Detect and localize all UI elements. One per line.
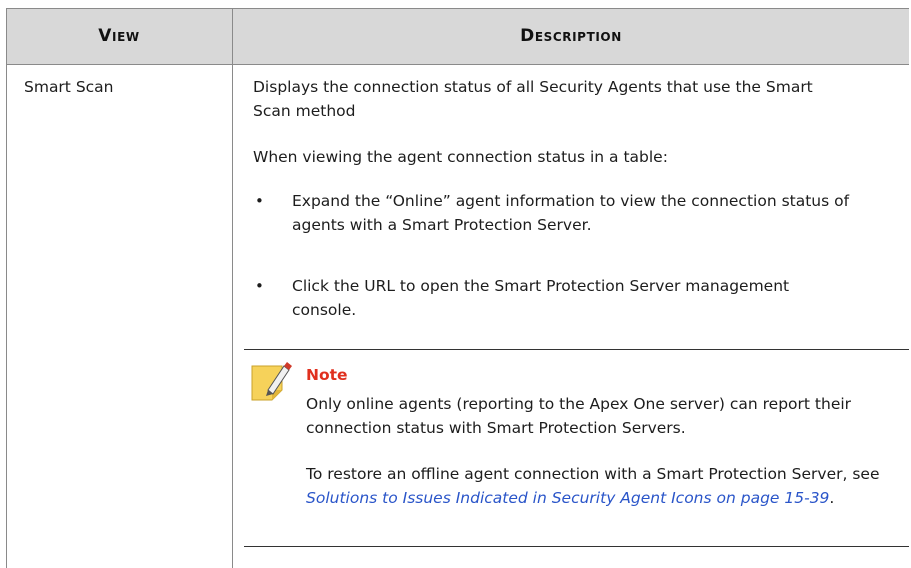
column-header-description: Description [520,26,622,46]
note-paragraph-2-suffix: . [829,489,835,507]
column-header-view: View [98,26,140,46]
description-table: View Description Smart Scan Displays the… [6,8,909,568]
description-intro: Displays the connection status of all Se… [253,78,813,120]
table-column-divider [232,8,233,568]
bullet-item: Click the URL to open the Smart Protecti… [292,277,790,319]
note-top-rule [244,349,909,350]
bullet-marker: • [255,277,264,295]
note-title: Note [306,366,348,384]
note-paragraph-2-prefix: To restore an offline agent connection w… [306,465,880,483]
note-paragraph-1: Only online agents (reporting to the Ape… [306,395,852,437]
note-pencil-icon [248,360,292,404]
table-view-intro: When viewing the agent connection status… [253,148,668,166]
bullet-item: Expand the “Online” agent information to… [292,192,850,234]
note-bottom-rule [244,546,909,547]
table-header-divider [6,64,909,65]
table-border-left [6,8,7,568]
note-paragraph-2: To restore an offline agent connection w… [306,462,896,510]
solutions-link[interactable]: Solutions to Issues Indicated in Securit… [306,489,829,507]
bullet-marker: • [255,192,264,210]
view-cell-smart-scan: Smart Scan [24,78,114,96]
